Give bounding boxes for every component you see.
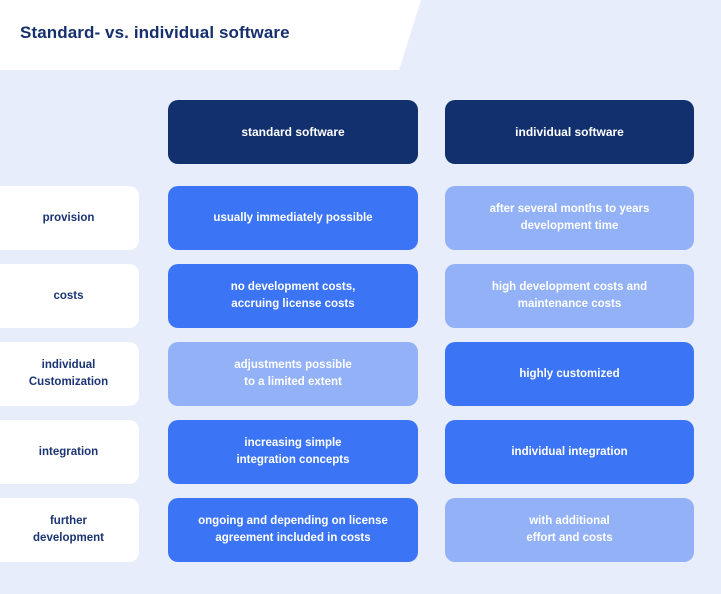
cell-text: after several months to years development… — [489, 203, 650, 232]
cell-costs-individual: high development costs and maintenance co… — [445, 264, 694, 328]
row-label-text: provision — [42, 211, 95, 224]
comparison-table: standard software individual software pr… — [0, 70, 721, 594]
row-label-integration: integration — [0, 420, 139, 484]
column-header-label: standard software — [241, 124, 345, 139]
row-label-further-development: further development — [0, 498, 139, 562]
page-title: Standard- vs. individual software — [20, 23, 290, 42]
cell-text: usually immediately possible — [213, 211, 373, 224]
cell-text: with additional effort and costs — [526, 515, 613, 544]
cell-text: ongoing and depending on license agreemen… — [198, 515, 388, 544]
page-header: Standard- vs. individual software — [0, 0, 421, 70]
row-label-individual-customization: individual Customization — [0, 342, 139, 406]
cell-text: adjustments possible to a limited extent — [234, 359, 352, 388]
row-label-text: individual Customization — [28, 359, 109, 388]
cell-text: highly customized — [519, 367, 620, 380]
cell-customization-individual: highly customized — [445, 342, 694, 406]
cell-costs-standard: no development costs, accruing license co… — [168, 264, 418, 328]
cell-customization-standard: adjustments possible to a limited extent — [168, 342, 418, 406]
cell-provision-individual: after several months to years development… — [445, 186, 694, 250]
table-row: further development ongoing and depending… — [0, 498, 721, 562]
row-label-costs: costs — [0, 264, 139, 328]
row-label-text: integration — [38, 445, 99, 458]
cell-integration-individual: individual integration — [445, 420, 694, 484]
row-label-text: further development — [33, 515, 104, 544]
cell-text: no development costs, accruing license co… — [230, 281, 356, 310]
table-row: provision usually immediately possible a… — [0, 186, 721, 250]
cell-further-development-standard: ongoing and depending on license agreemen… — [168, 498, 418, 562]
column-header-individual-software: individual software — [445, 100, 694, 164]
row-label-text: costs — [53, 289, 84, 302]
row-label-provision: provision — [0, 186, 139, 250]
cell-text: increasing simple integration concepts — [236, 437, 350, 466]
cell-provision-standard: usually immediately possible — [168, 186, 418, 250]
table-header-row: standard software individual software — [0, 100, 721, 164]
cell-further-development-individual: with additional effort and costs — [445, 498, 694, 562]
column-header-standard-software: standard software — [168, 100, 418, 164]
cell-integration-standard: increasing simple integration concepts — [168, 420, 418, 484]
table-row: costs no development costs, accruing lice… — [0, 264, 721, 328]
cell-text: high development costs and maintenance co… — [491, 281, 648, 310]
table-row: integration increasing simple integration… — [0, 420, 721, 484]
table-row: individual Customization adjustments poss… — [0, 342, 721, 406]
cell-text: individual integration — [511, 445, 628, 458]
column-header-label: individual software — [515, 124, 624, 139]
